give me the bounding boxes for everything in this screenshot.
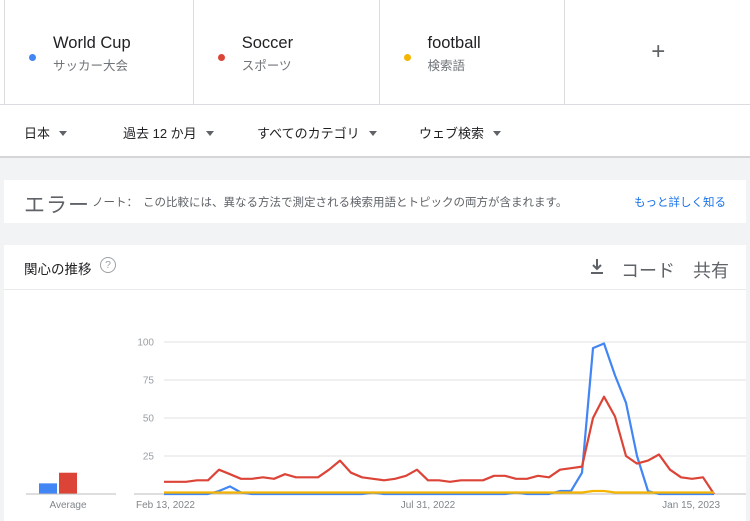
search-terms-bar: World Cup サッカー大会 Soccer スポーツ football 検索…	[0, 0, 750, 104]
period-dropdown[interactable]: 過去 12 か月	[123, 123, 214, 142]
caret-down-icon	[368, 131, 377, 136]
learn-more-link[interactable]: もっと詳しく知る	[634, 194, 726, 210]
term-card-football[interactable]: football 検索語	[380, 0, 566, 104]
term-type: スポーツ	[241, 59, 292, 73]
caret-down-icon	[59, 131, 68, 136]
world-cup-color-dot	[29, 54, 36, 61]
category-dropdown[interactable]: すべてのカテゴリ	[257, 123, 377, 142]
y-tick-label: 100	[137, 338, 154, 349]
football-color-dot	[403, 54, 411, 61]
error-title: エラー	[24, 194, 90, 217]
term-name: football	[427, 34, 481, 52]
note-label: ノート：	[92, 197, 138, 209]
series-line-world-cup	[164, 342, 714, 496]
series-line-football	[164, 489, 714, 494]
plus-icon: +	[651, 38, 666, 65]
interest-over-time-card: 関心の推移 ? コード 共有 25 50 75 100 Feb 13, 2022 Jul …	[4, 245, 746, 521]
period-label: 過去 12 か月	[123, 126, 197, 141]
search-type-dropdown[interactable]: ウェブ検索	[419, 123, 502, 142]
term-name: World Cup	[53, 34, 131, 52]
y-tick-label: 75	[143, 376, 155, 387]
caret-down-icon	[205, 131, 214, 136]
error-notice: エラー ノート： この比較には、異なる方法で測定される検索用語とトピックの両方が…	[4, 180, 746, 223]
x-tick-label: Jan 15, 2023	[662, 500, 720, 511]
category-label: すべてのカテゴリ	[257, 126, 360, 141]
filter-bar: 日本 過去 12 か月 すべてのカテゴリ ウェブ検索	[0, 105, 750, 157]
term-type: サッカー大会	[53, 59, 129, 73]
interest-chart: 25 50 75 100 Feb 13, 2022 Jul 31, 2022 Jan 15,…	[26, 338, 746, 511]
soccer-color-dot	[217, 54, 225, 61]
term-card-soccer[interactable]: Soccer スポーツ	[194, 0, 380, 104]
y-tick-label: 25	[143, 452, 155, 463]
series-line-soccer	[164, 395, 715, 495]
region-dropdown[interactable]: 日本	[24, 123, 68, 142]
term-card-world-cup[interactable]: World Cup サッカー大会	[4, 0, 194, 104]
x-tick-label: Jul 31, 2022	[401, 500, 456, 511]
term-name: Soccer	[241, 34, 294, 52]
region-label: 日本	[24, 126, 51, 141]
add-term-button[interactable]: +	[565, 0, 750, 104]
note-text: この比較には、異なる方法で測定される検索用語とトピックの両方が含まれます。	[143, 197, 568, 209]
caret-down-icon	[493, 131, 502, 136]
average-bar-soccer	[59, 472, 77, 494]
average-label: Average	[49, 500, 87, 511]
x-tick-label: Feb 13, 2022	[136, 500, 195, 511]
term-type: 検索語	[427, 59, 466, 73]
search-type-label: ウェブ検索	[419, 126, 485, 141]
y-tick-label: 50	[143, 414, 155, 425]
average-bar-world-cup	[39, 483, 57, 494]
